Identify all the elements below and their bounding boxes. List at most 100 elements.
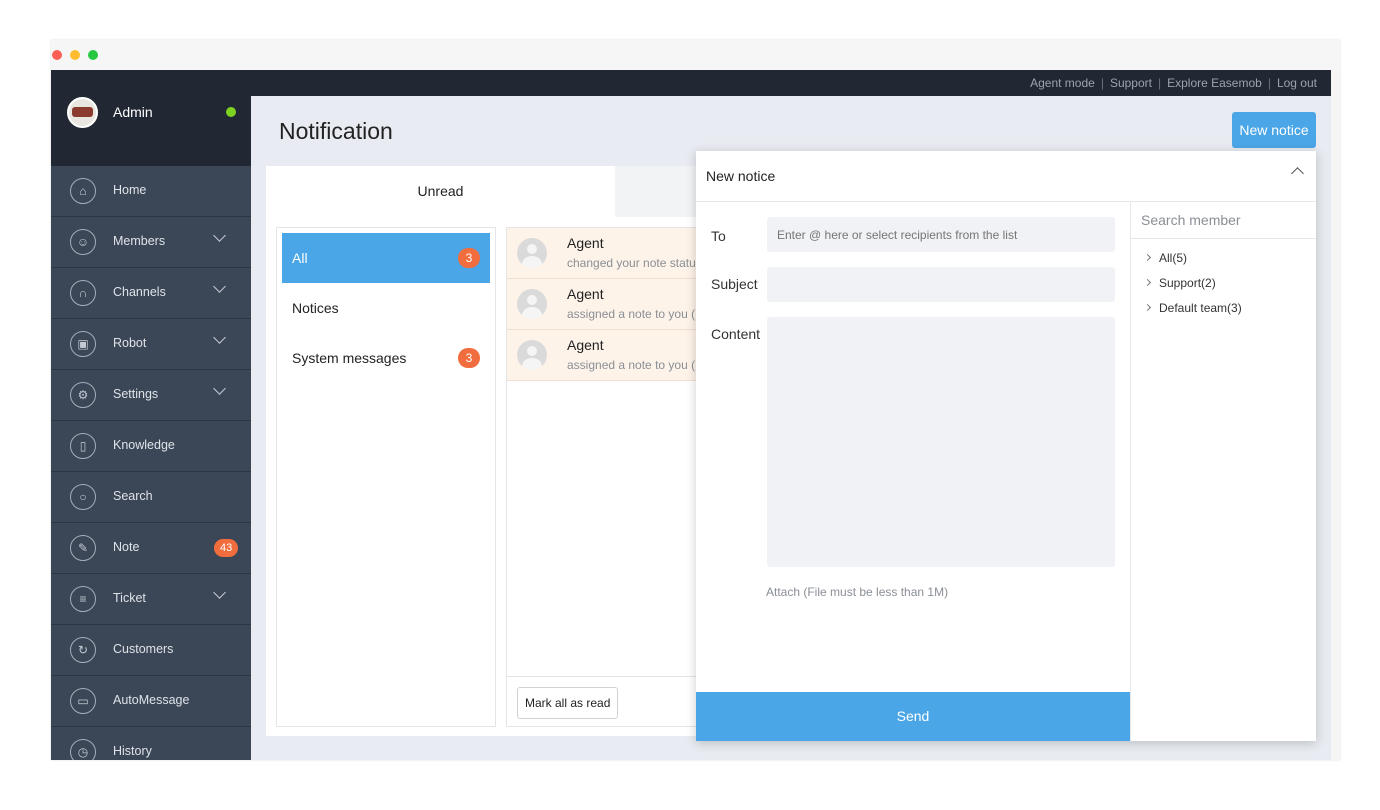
separator: | xyxy=(1267,76,1271,90)
logout-link[interactable]: Log out xyxy=(1277,76,1317,90)
avatar-body xyxy=(522,256,542,268)
member-group-all[interactable]: All(5) xyxy=(1143,251,1188,265)
sidebar-item-members[interactable]: ☺ Members xyxy=(51,217,251,268)
message-sender: Agent xyxy=(567,286,604,302)
new-notice-button[interactable]: New notice xyxy=(1232,112,1316,148)
app-window: Agent mode | Support | Explore Easemob | Log o… xyxy=(51,40,1340,760)
chevron-down-icon[interactable] xyxy=(213,282,227,296)
minimize-window-button[interactable] xyxy=(70,50,80,60)
message-text: assigned a note to you ( xyxy=(567,358,696,372)
subject-label: Subject xyxy=(711,276,758,292)
chevron-right-icon xyxy=(1143,253,1152,262)
sidebar-item-settings[interactable]: ⚙ Settings xyxy=(51,370,251,421)
group-label: Support(2) xyxy=(1159,276,1216,290)
tab-unread[interactable]: Unread xyxy=(266,166,615,217)
online-status-indicator xyxy=(226,107,236,117)
new-notice-panel: New notice To Subject Content Attach (Fi… xyxy=(696,151,1316,741)
filter-label: System messages xyxy=(292,350,407,366)
maximize-window-button[interactable] xyxy=(88,50,98,60)
support-link[interactable]: Support xyxy=(1110,76,1152,90)
channels-icon: ∩ xyxy=(70,280,96,306)
filter-label: All xyxy=(292,250,308,266)
avatar-body xyxy=(522,358,542,370)
robot-icon: ▣ xyxy=(70,331,96,357)
member-search-input[interactable]: Search member xyxy=(1131,202,1316,239)
customers-icon: ↻ xyxy=(70,637,96,663)
sidebar-item-label: Members xyxy=(113,234,166,248)
chevron-down-icon[interactable] xyxy=(213,588,227,602)
message-text: assigned a note to you ( xyxy=(567,307,696,321)
to-label: To xyxy=(711,228,726,244)
sidebar: Admin ⌂ Home ☺ Members ∩ Channels ▣ Robo… xyxy=(51,96,251,760)
ticket-icon: ≡ xyxy=(70,586,96,612)
agent-mode-link[interactable]: Agent mode xyxy=(1030,76,1095,90)
automessage-icon: ▭ xyxy=(70,688,96,714)
sidebar-item-label: Home xyxy=(113,183,147,197)
avatar-body xyxy=(522,307,542,319)
members-icon: ☺ xyxy=(70,229,96,255)
sidebar-item-note[interactable]: ✎ Note 43 xyxy=(51,523,251,574)
group-label: All(5) xyxy=(1159,251,1188,265)
sidebar-item-label: Search xyxy=(113,489,153,503)
page-title: Notification xyxy=(279,118,393,144)
top-bar: Agent mode | Support | Explore Easemob | Log o… xyxy=(51,70,1331,96)
content-label: Content xyxy=(711,326,761,342)
filter-system-messages[interactable]: System messages 3 xyxy=(282,333,490,383)
chevron-down-icon[interactable] xyxy=(213,333,227,347)
panel-title: New notice xyxy=(706,168,776,184)
sidebar-item-label: AutoMessage xyxy=(113,693,190,707)
sidebar-item-customers[interactable]: ↻ Customers xyxy=(51,625,251,676)
avatar-head xyxy=(527,295,537,305)
message-sender: Agent xyxy=(567,337,604,353)
message-sender: Agent xyxy=(567,235,604,251)
mark-all-read-button[interactable]: Mark all as read xyxy=(517,687,619,719)
filter-all[interactable]: All 3 xyxy=(282,233,490,283)
explore-easemob-link[interactable]: Explore Easemob xyxy=(1167,76,1262,90)
profile-area: Admin xyxy=(51,96,251,166)
sidebar-item-label: Knowledge xyxy=(113,438,175,452)
recipients-input[interactable] xyxy=(767,217,1115,252)
sidebar-item-ticket[interactable]: ≡ Ticket xyxy=(51,574,251,625)
sidebar-item-home[interactable]: ⌂ Home xyxy=(51,166,251,217)
member-group-support[interactable]: Support(2) xyxy=(1143,276,1216,290)
sidebar-item-search[interactable]: ○ Search xyxy=(51,472,251,523)
member-group-default-team[interactable]: Default team(3) xyxy=(1143,301,1242,315)
filter-list: All 3 Notices System messages 3 xyxy=(276,227,496,727)
knowledge-icon: ▯ xyxy=(70,433,96,459)
avatar-head xyxy=(527,244,537,254)
sidebar-item-label: Settings xyxy=(113,387,159,401)
chevron-down-icon[interactable] xyxy=(213,384,227,398)
count-badge: 3 xyxy=(458,248,480,268)
content-textarea[interactable] xyxy=(767,317,1115,567)
window-titlebar xyxy=(51,40,1340,70)
sidebar-nav: ⌂ Home ☺ Members ∩ Channels ▣ Robot ⚙ Se… xyxy=(51,166,251,760)
separator: | xyxy=(1100,76,1104,90)
top-links: Agent mode | Support | Explore Easemob | Log o… xyxy=(1030,76,1317,90)
close-window-button[interactable] xyxy=(52,50,62,60)
subject-input[interactable] xyxy=(767,267,1115,302)
avatar[interactable] xyxy=(67,97,98,128)
agent-avatar xyxy=(517,289,547,319)
sidebar-item-history[interactable]: ◷ History xyxy=(51,727,251,760)
send-button[interactable]: Send xyxy=(696,692,1130,741)
sidebar-item-label: Note xyxy=(113,540,140,554)
message-text: changed your note statu xyxy=(567,256,696,270)
chevron-down-icon[interactable] xyxy=(213,231,227,245)
profile-name: Admin xyxy=(113,104,153,120)
sidebar-item-channels[interactable]: ∩ Channels xyxy=(51,268,251,319)
group-label: Default team(3) xyxy=(1159,301,1242,315)
settings-icon: ⚙ xyxy=(70,382,96,408)
sidebar-item-label: Robot xyxy=(113,336,147,350)
chevron-up-icon[interactable] xyxy=(1290,163,1306,179)
filter-notices[interactable]: Notices xyxy=(282,283,490,333)
sidebar-item-knowledge[interactable]: ▯ Knowledge xyxy=(51,421,251,472)
avatar-head xyxy=(527,346,537,356)
sidebar-item-robot[interactable]: ▣ Robot xyxy=(51,319,251,370)
history-icon: ◷ xyxy=(70,739,96,760)
sidebar-item-automessage[interactable]: ▭ AutoMessage xyxy=(51,676,251,727)
note-icon: ✎ xyxy=(70,535,96,561)
count-badge: 3 xyxy=(458,348,480,368)
attach-link[interactable]: Attach (File must be less than 1M) xyxy=(766,585,948,599)
separator: | xyxy=(1157,76,1162,90)
chevron-right-icon xyxy=(1143,278,1152,287)
